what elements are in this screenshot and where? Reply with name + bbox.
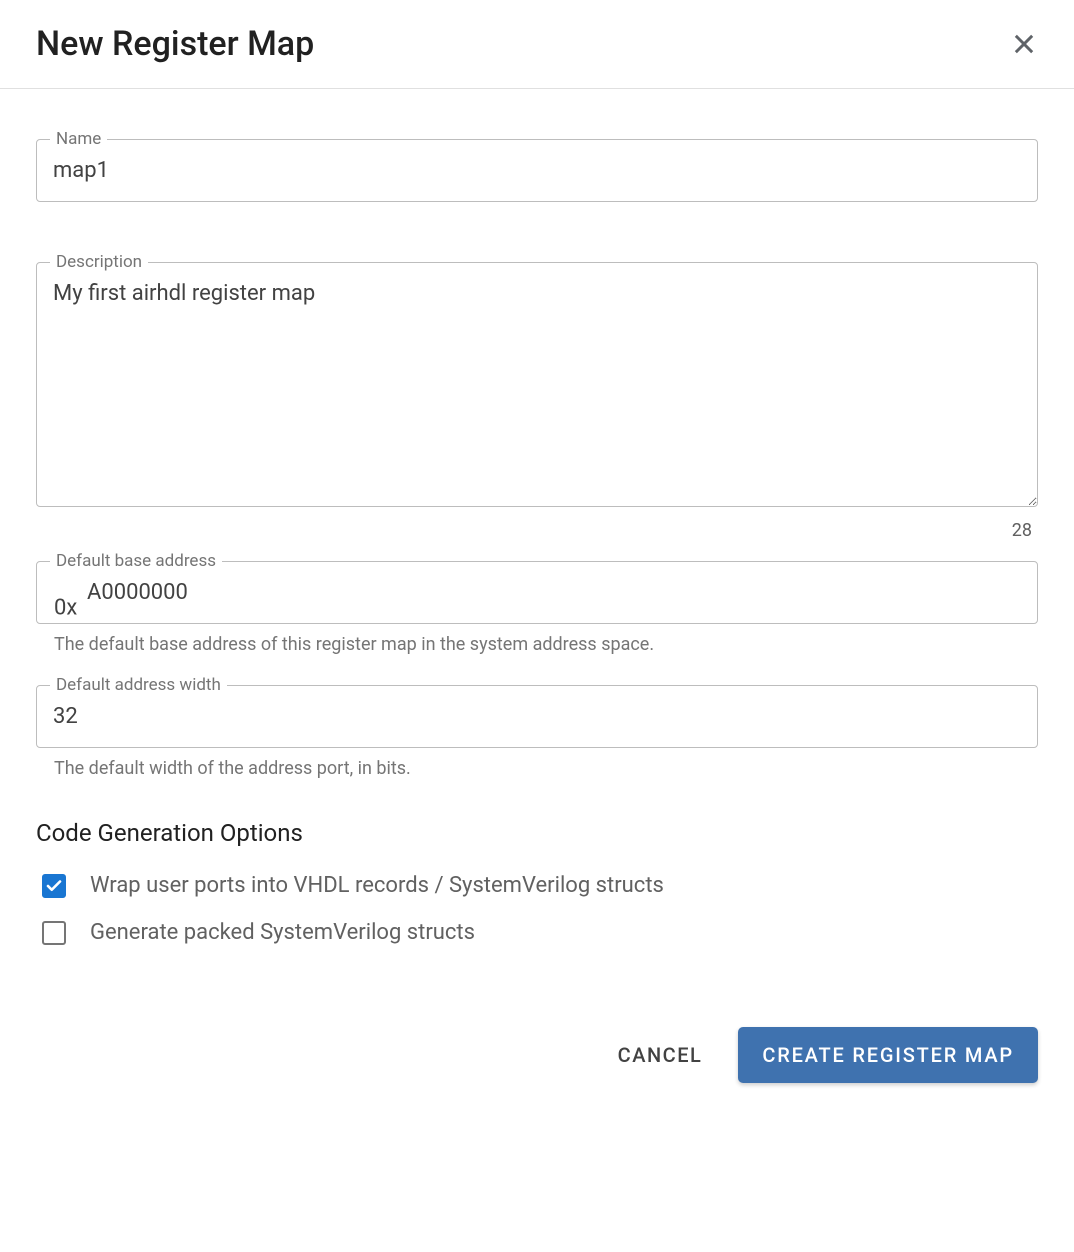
close-icon[interactable] [1010,30,1038,58]
dialog-title: New Register Map [36,24,314,64]
cancel-button[interactable]: CANCEL [610,1031,711,1079]
dialog-header: New Register Map [0,0,1074,89]
address-width-field-group: Default address width The default width … [36,685,1038,779]
description-field-group: Description 28 [36,262,1038,511]
description-label: Description [50,252,148,272]
address-width-label: Default address width [50,675,227,695]
checkbox-label: Wrap user ports into VHDL records / Syst… [90,873,664,898]
description-char-counter: 28 [1012,520,1032,541]
base-address-field-group: Default base address 0x The default base… [36,561,1038,655]
name-field-group: Name [36,139,1038,202]
name-input[interactable] [36,139,1038,202]
base-address-helper: The default base address of this registe… [54,634,1038,655]
name-label: Name [50,129,107,149]
codegen-section-title: Code Generation Options [36,819,1038,847]
address-width-helper: The default width of the address port, i… [54,758,1038,779]
description-input[interactable] [36,262,1038,507]
checkbox-packed-structs[interactable]: Generate packed SystemVerilog structs [36,920,1038,945]
dialog-actions: CANCEL CREATE REGISTER MAP [0,987,1074,1133]
checkbox-label: Generate packed SystemVerilog structs [90,920,475,945]
create-register-map-button[interactable]: CREATE REGISTER MAP [738,1027,1038,1083]
dialog-body: Name Description 28 Default base address… [0,89,1074,987]
checkbox-icon-checked [42,874,66,898]
checkbox-wrap-ports[interactable]: Wrap user ports into VHDL records / Syst… [36,873,1038,898]
base-address-label: Default base address [50,551,222,571]
checkbox-icon-unchecked [42,921,66,945]
base-address-prefix: 0x [54,596,77,621]
